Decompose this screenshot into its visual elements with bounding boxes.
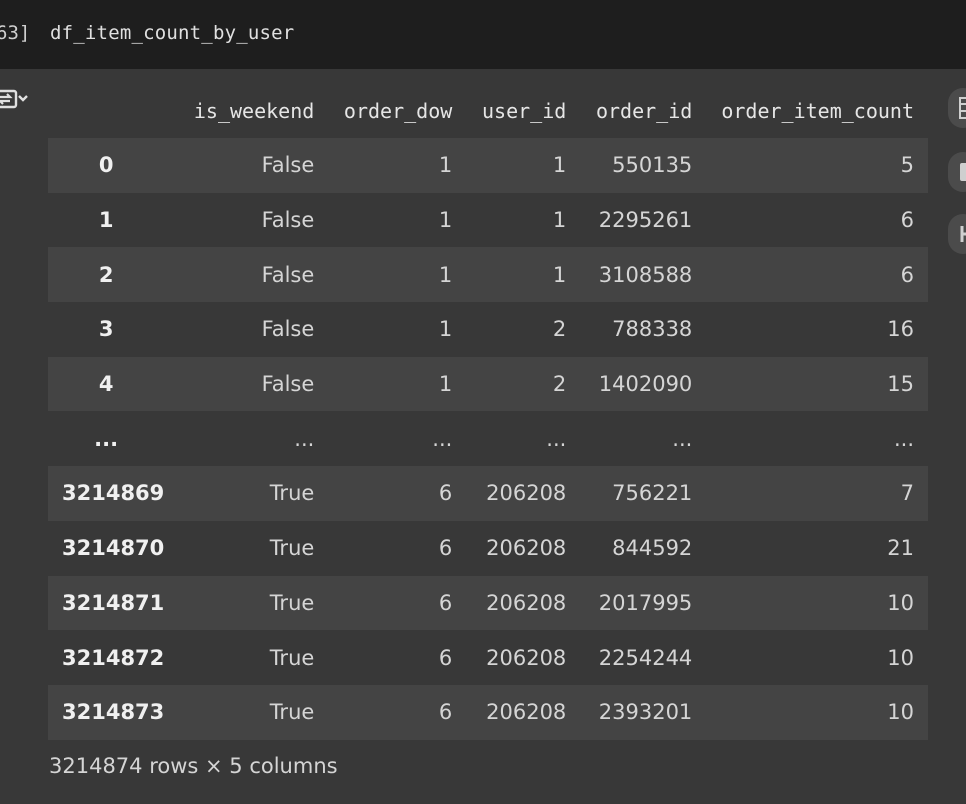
table-cell: 10 bbox=[887, 645, 914, 670]
table-cell: 6 bbox=[438, 700, 453, 725]
table-cell: 1 bbox=[438, 372, 453, 397]
index-header bbox=[48, 83, 179, 138]
table-cell: 2295261 bbox=[598, 208, 693, 233]
column-header-user-id: user_id bbox=[466, 83, 581, 138]
table-row: 1 False 1 1 2295261 6 bbox=[48, 192, 928, 248]
table-icon[interactable] bbox=[948, 88, 966, 128]
table-cell: 21 bbox=[887, 536, 914, 561]
notebook-icon[interactable] bbox=[948, 152, 966, 192]
table-cell: 1 bbox=[552, 153, 567, 178]
row-index: 2 bbox=[98, 262, 114, 287]
table-cell: 1 bbox=[552, 208, 567, 233]
row-index: 3214871 bbox=[62, 590, 165, 615]
column-header-order-item-count: order_item_count bbox=[706, 83, 928, 138]
table-cell: ... bbox=[672, 426, 693, 451]
table-header-row: is_weekend order_dow user_id order_id or… bbox=[48, 83, 928, 138]
table-cell: True bbox=[269, 536, 315, 561]
table-cell: 6 bbox=[900, 262, 914, 287]
table-cell: 6 bbox=[438, 645, 453, 670]
table-cell: 206208 bbox=[486, 590, 567, 615]
table-cell: False bbox=[261, 262, 315, 287]
table-cell: True bbox=[269, 590, 315, 615]
table-cell: 2254244 bbox=[598, 645, 693, 670]
table-row: 3 False 1 2 788338 16 bbox=[48, 302, 928, 357]
table-cell: 206208 bbox=[486, 645, 567, 670]
table-cell: 5 bbox=[900, 153, 914, 178]
row-index: ... bbox=[94, 426, 119, 451]
table-cell: True bbox=[269, 700, 315, 725]
row-index: 4 bbox=[98, 372, 114, 397]
table-cell: 1 bbox=[438, 208, 453, 233]
table-cell: 1 bbox=[438, 153, 453, 178]
table-cell: 15 bbox=[887, 372, 914, 397]
table-cell: 2393201 bbox=[598, 700, 693, 725]
table-cell: False bbox=[261, 317, 315, 342]
output-view-icon[interactable] bbox=[0, 86, 30, 114]
table-cell: False bbox=[261, 153, 315, 178]
code-cell[interactable]: 63] df_item_count_by_user bbox=[0, 0, 966, 69]
table-cell: True bbox=[269, 481, 315, 506]
table-row: 3214873 True 6 206208 2393201 10 bbox=[48, 684, 928, 740]
table-cell: 2 bbox=[552, 317, 567, 342]
table-cell: 788338 bbox=[612, 317, 693, 342]
table-cell: 756221 bbox=[612, 481, 693, 506]
table-cell: 16 bbox=[887, 317, 914, 342]
table-row: .................. bbox=[48, 411, 928, 467]
table-row: 3214872 True 6 206208 2254244 10 bbox=[48, 630, 928, 685]
table-cell: 1 bbox=[438, 317, 453, 342]
column-header-is-weekend: is_weekend bbox=[178, 83, 329, 138]
table-cell: ... bbox=[546, 426, 567, 451]
table-row: 4 False 1 2 1402090 15 bbox=[48, 356, 928, 412]
dataframe-table: is_weekend order_dow user_id order_id or… bbox=[48, 83, 928, 740]
table-cell: 6 bbox=[900, 208, 914, 233]
row-index: 1 bbox=[98, 208, 114, 233]
table-cell: True bbox=[269, 645, 315, 670]
table-cell: 2017995 bbox=[598, 590, 693, 615]
table-cell: 10 bbox=[887, 590, 914, 615]
table-cell: 2 bbox=[552, 372, 567, 397]
row-index: 3 bbox=[98, 317, 114, 342]
table-cell: 550135 bbox=[612, 153, 693, 178]
table-cell: 844592 bbox=[612, 536, 693, 561]
row-index: 3214872 bbox=[62, 645, 165, 670]
row-index: 0 bbox=[98, 153, 114, 178]
table-cell: 10 bbox=[887, 700, 914, 725]
table-cell: ... bbox=[893, 426, 914, 451]
table-cell: 6 bbox=[438, 481, 453, 506]
table-row: 0 False 1 1 550135 5 bbox=[48, 138, 928, 193]
column-header-order-dow: order_dow bbox=[328, 83, 467, 138]
table-row: 3214871 True 6 206208 2017995 10 bbox=[48, 575, 928, 631]
table-cell: 206208 bbox=[486, 700, 567, 725]
row-index: 3214870 bbox=[62, 536, 165, 561]
table-cell: 206208 bbox=[486, 481, 567, 506]
table-row: 2 False 1 1 3108588 6 bbox=[48, 247, 928, 303]
row-index: 3214873 bbox=[62, 700, 165, 725]
column-header-order-id: order_id bbox=[580, 83, 707, 138]
table-cell: 3108588 bbox=[598, 262, 693, 287]
table-cell: 7 bbox=[900, 481, 914, 506]
table-row: 3214869 True 6 206208 756221 7 bbox=[48, 466, 928, 521]
row-index: 3214869 bbox=[62, 481, 165, 506]
table-cell: 6 bbox=[438, 590, 453, 615]
execution-count: 63] bbox=[0, 22, 31, 44]
table-cell: ... bbox=[432, 426, 453, 451]
code-text[interactable]: df_item_count_by_user bbox=[50, 22, 294, 44]
table-cell: ... bbox=[294, 426, 315, 451]
table-cell: 1 bbox=[438, 262, 453, 287]
table-cell: 206208 bbox=[486, 536, 567, 561]
table-cell: False bbox=[261, 372, 315, 397]
table-row: 3214870 True 6 206208 844592 21 bbox=[48, 520, 928, 576]
table-cell: 1402090 bbox=[598, 372, 693, 397]
table-cell: 6 bbox=[438, 536, 453, 561]
table-cell: 1 bbox=[552, 262, 567, 287]
shape-info: 3214874 rows × 5 columns bbox=[49, 754, 338, 778]
table-cell: False bbox=[261, 208, 315, 233]
chart-icon[interactable] bbox=[948, 214, 966, 254]
